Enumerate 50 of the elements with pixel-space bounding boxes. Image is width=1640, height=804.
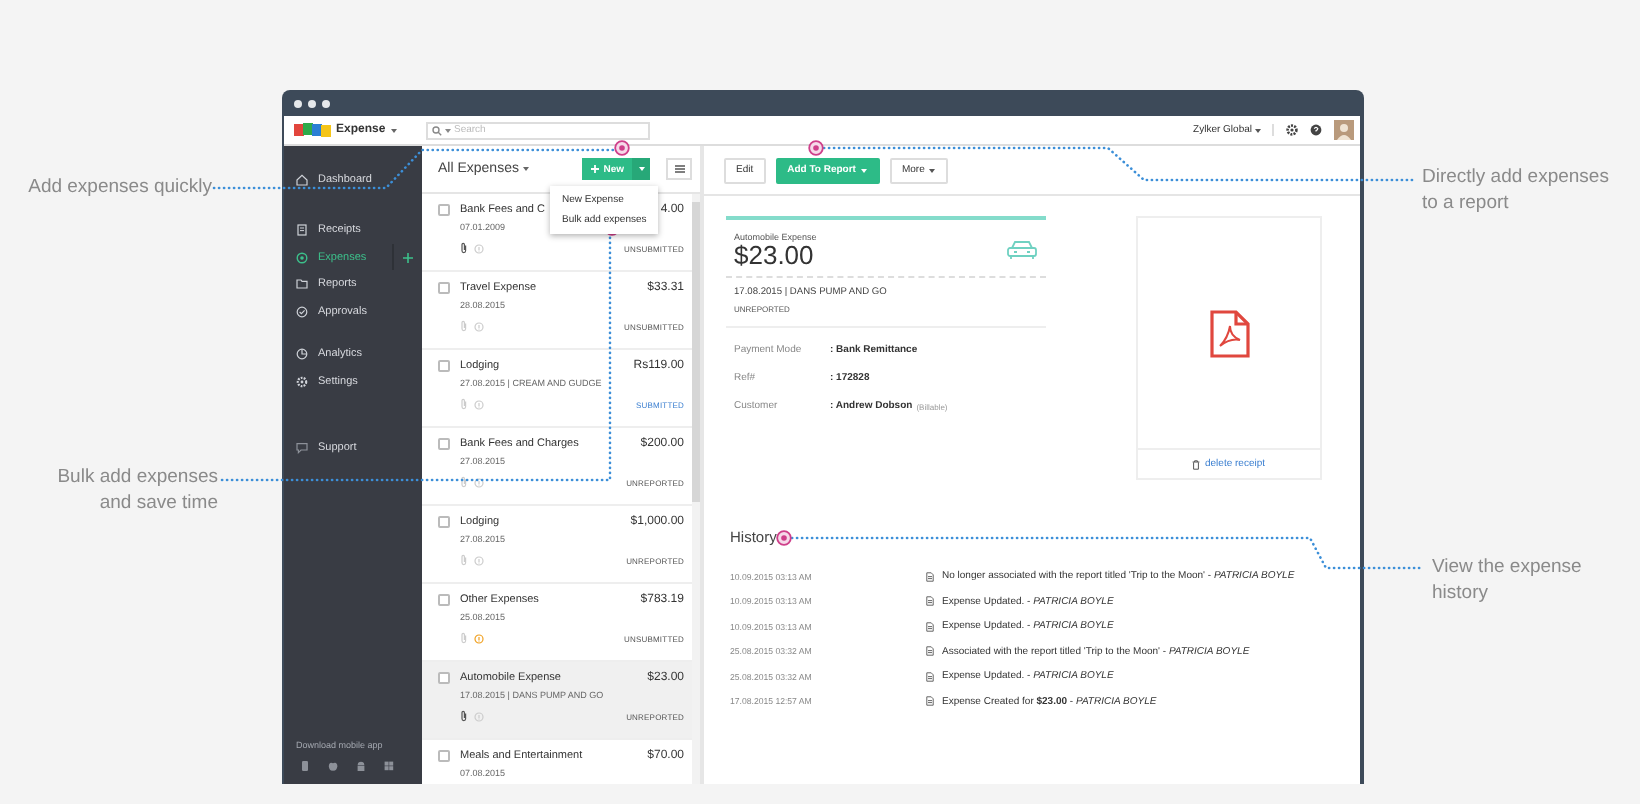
caret-icon: [637, 166, 645, 172]
document-icon: [926, 596, 934, 607]
coin-icon: [296, 251, 308, 264]
settings-icon[interactable]: [1286, 124, 1298, 136]
callout-text: Directly add expenses to a report: [1422, 166, 1609, 216]
phone-icon[interactable]: [300, 760, 310, 772]
add-icon[interactable]: [402, 251, 414, 264]
list-view-button[interactable]: [666, 158, 692, 180]
callout-marker-icon: [614, 140, 630, 156]
chat-icon: [296, 442, 308, 455]
callout-text: Bulk add expenses and save time: [55, 466, 218, 516]
checkbox[interactable]: [438, 204, 450, 216]
caret-icon: [444, 127, 452, 133]
gear-icon: [296, 375, 308, 388]
search-icon: [432, 125, 442, 135]
document-icon: [926, 571, 934, 582]
document-icon: [926, 696, 934, 707]
callout-marker-icon: [776, 530, 792, 546]
document-icon: [926, 621, 934, 632]
windows-icon[interactable]: [384, 760, 394, 772]
folder-icon: [296, 278, 308, 291]
home-icon: [296, 173, 308, 186]
receipt-icon: [296, 224, 308, 237]
caret-icon: [1254, 127, 1262, 133]
trash-icon: [1192, 459, 1201, 469]
avatar-icon[interactable]: [1334, 120, 1354, 140]
callout-text: Add expenses quickly: [26, 176, 212, 201]
checkbox[interactable]: [438, 594, 450, 606]
caret-icon: [522, 166, 531, 172]
menu-icon: [673, 164, 685, 174]
pie-chart-icon: [296, 348, 308, 361]
caret-icon: [389, 127, 398, 133]
add-icon: [589, 164, 600, 174]
pdf-icon[interactable]: [1209, 309, 1249, 357]
car-icon: [1006, 240, 1038, 260]
checkbox[interactable]: [438, 360, 450, 372]
document-icon: [926, 646, 934, 657]
checkbox[interactable]: [438, 438, 450, 450]
document-icon: [926, 671, 934, 682]
checkbox[interactable]: [438, 516, 450, 528]
checkbox[interactable]: [438, 282, 450, 294]
logo-icon: [294, 122, 332, 138]
help-icon[interactable]: [1310, 124, 1322, 136]
checkbox[interactable]: [438, 672, 450, 684]
check-circle-icon: [296, 305, 308, 318]
callout-marker-icon: [808, 140, 824, 156]
callout-text: View the expense history: [1432, 556, 1582, 606]
checkbox[interactable]: [438, 750, 450, 762]
new-menu-button[interactable]: [632, 158, 650, 180]
expense-total: $23.00: [734, 242, 814, 268]
